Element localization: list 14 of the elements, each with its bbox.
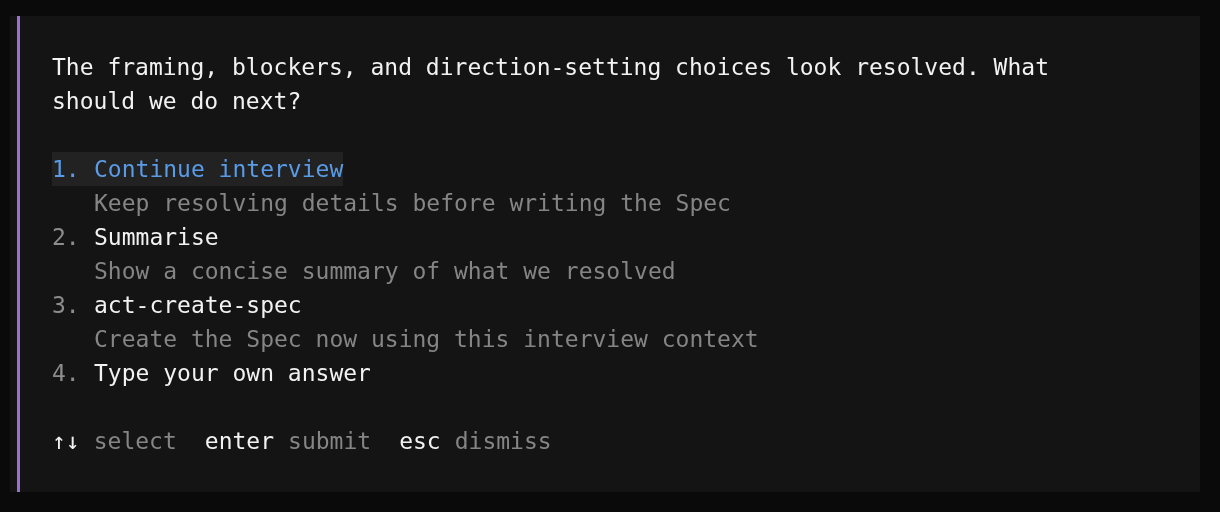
option-item[interactable]: 2. Summarise [52, 220, 219, 254]
shortcut-key: esc [399, 424, 441, 458]
shortcut-key: enter [204, 424, 275, 458]
option-item[interactable]: 3. act-create-spec [52, 288, 302, 322]
option-description: Keep resolving details before writing the Spec [94, 189, 732, 218]
shortcut-action: dismiss [454, 427, 552, 456]
option-item[interactable]: 1. Continue interview [52, 152, 344, 186]
shortcut-action: submit [288, 427, 372, 456]
option-description: Show a concise summary of what we resolved [94, 257, 677, 286]
question-text: The framing, blockers, and direction-setting choices look resolved. What should we do next? [52, 53, 1050, 116]
shortcut-key: ↑↓ [52, 424, 80, 458]
option-description: Create the Spec now using this interview context [94, 325, 760, 354]
shortcut-action: select [93, 427, 177, 456]
option-item[interactable]: 4. Type your own answer [52, 356, 371, 390]
